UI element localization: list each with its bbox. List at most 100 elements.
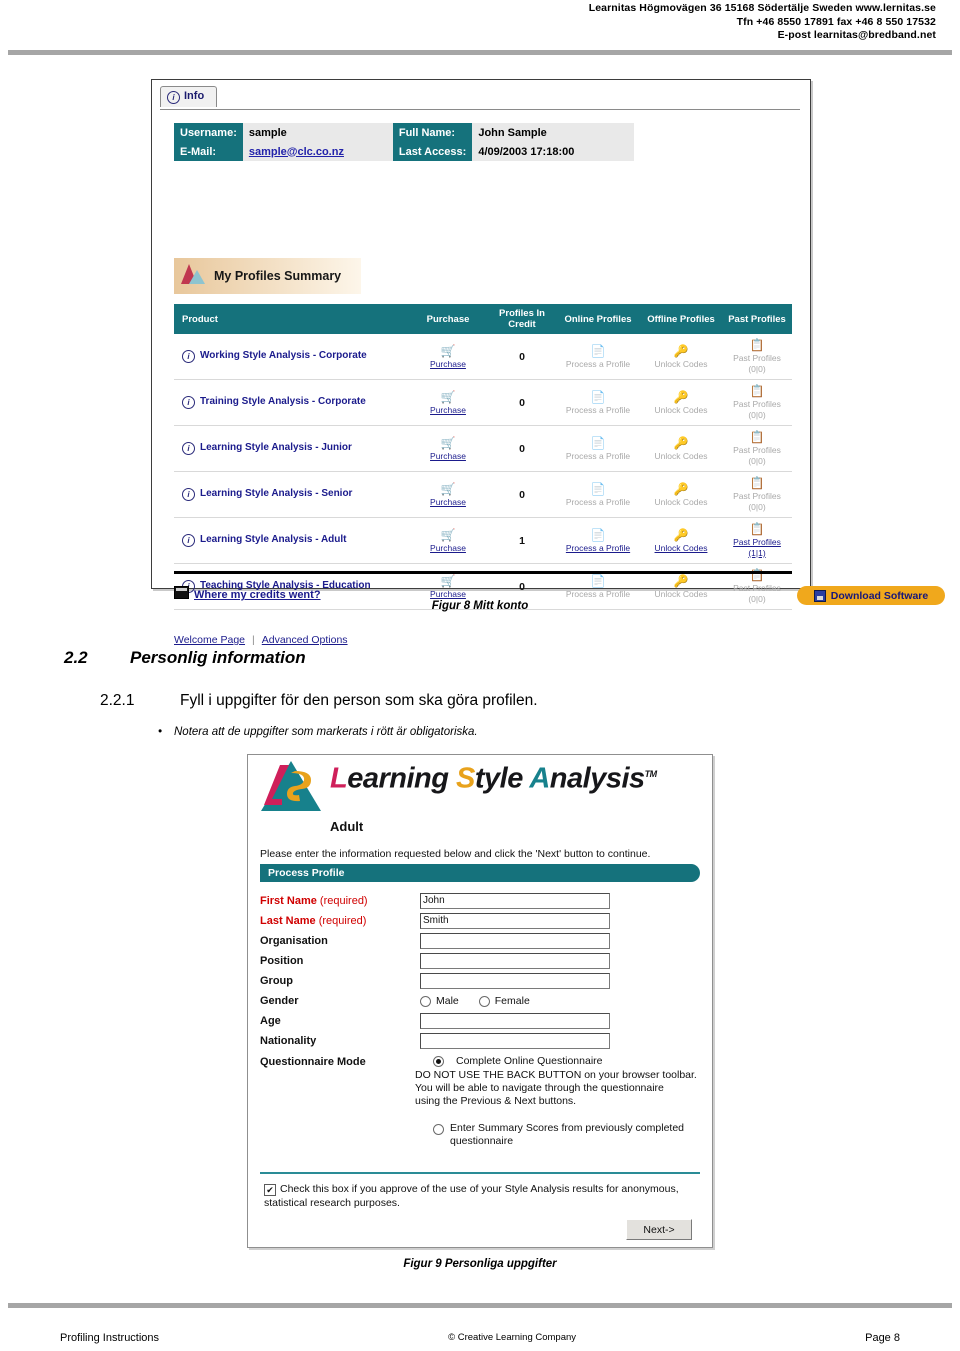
where-credits-went-row: Where my credits went? [174,586,321,601]
past-profiles-count: (1|1) [748,548,766,558]
info-icon[interactable]: i [182,534,195,547]
radio-male[interactable] [420,995,431,1007]
process-a-profile-label: Process a Profile [565,358,631,369]
account-info-table: Username: sample Full Name: John Sample … [174,123,635,161]
qmode-note-line-3: using the Previous & Next buttons. [415,1095,577,1107]
company-address-line1: Learnitas Högmovägen 36 15168 Södertälje… [588,2,936,14]
purchase-cell[interactable]: 🛒 Purchase [408,518,488,564]
field-required-suffix: (required) [315,915,367,927]
field-label-text: Organisation [260,935,328,947]
qmode-option-online-label: Complete Online Questionnaire [456,1055,603,1067]
footer-page-number: Page 8 [865,1332,900,1344]
field-input[interactable] [420,893,610,909]
username-value: sample [242,123,393,142]
key-icon: 🔑 [673,573,689,588]
offline-profiles-cell[interactable]: 🔑 Unlock Codes [640,518,722,564]
section-heading-2-2: 2.2 Personlig information [64,648,306,668]
product-name-label: Learning Style Analysis - Adult [200,534,347,545]
radio-female[interactable] [478,995,490,1007]
product-name-cell: i Learning Style Analysis - Adult [174,518,408,564]
logo-letter-a: A [529,762,550,795]
footer-copyright: © Creative Learning Company [448,1332,577,1343]
gender-row: Gender Male Female [260,991,700,1011]
logo-letter-l: L [330,762,348,795]
purchase-label: Purchase [430,450,466,461]
qmode-note-line-2: You will be able to navigate through the… [415,1082,664,1094]
offline-profiles-cell: 🔑 Unlock Codes [640,472,722,518]
lastaccess-value: 4/09/2003 17:18:00 [472,142,635,161]
lsa-logo: Learning Style AnalysisTM [258,759,657,820]
field-input[interactable] [420,953,610,969]
page-footer: Profiling Instructions © Creative Learni… [60,1332,900,1344]
gender-male-label: Male [436,995,459,1007]
online-profiles-cell: 📄 Process a Profile [556,334,640,380]
profiles-in-credit-cell: 0 [519,442,525,455]
triangle-logo-icon [180,262,206,291]
past-profiles-cell[interactable]: 📋 Past Profiles (1|1) [722,518,792,564]
past-profiles-label: Past Profiles [733,445,781,455]
field-label: Last Name (required) [260,915,420,927]
email-link[interactable]: sample@clc.co.nz [249,146,344,158]
form-instruction-text: Please enter the information requested b… [260,848,651,860]
welcome-page-link[interactable]: Welcome Page [174,634,245,646]
nationality-row: Nationality [260,1031,700,1051]
advanced-options-link[interactable]: Advanced Options [262,634,348,646]
questionnaire-mode-label: Questionnaire Mode [260,1056,366,1068]
purchase-cell[interactable]: 🛒 Purchase [408,334,488,380]
product-name-label: Working Style Analysis - Corporate [200,350,367,361]
next-button[interactable]: Next-> [626,1219,692,1240]
purchase-cell[interactable]: 🛒 Purchase [408,380,488,426]
checkbox-research-consent[interactable]: ✔ [264,1184,276,1196]
nationality-input[interactable] [420,1033,610,1049]
field-label: Group [260,975,420,987]
qmode-option-summary[interactable]: Enter Summary Scores from previously com… [415,1122,700,1148]
bullet-note-text: Notera att de uppgifter som markerats i … [174,726,478,738]
unlock-codes-label: Unlock Codes [654,542,708,553]
gender-female-label: Female [494,995,530,1007]
age-input[interactable] [420,1013,610,1029]
col-purchase: Purchase [408,304,488,334]
offline-profiles-cell: 🔑 Unlock Codes [640,426,722,472]
info-icon[interactable]: i [182,396,195,409]
key-icon: 🔑 [673,435,689,450]
info-icon[interactable]: i [182,350,195,363]
field-input[interactable] [420,973,610,989]
field-label: Position [260,955,420,967]
shopping-cart-icon: 🛒 [440,435,456,450]
purchase-cell[interactable]: 🛒 Purchase [408,472,488,518]
info-icon: i [167,91,180,104]
radio-complete-online[interactable] [433,1056,444,1067]
qmode-option-summary-label: Enter Summary Scores from previously com… [450,1122,684,1147]
research-consent-row[interactable]: ✔ Check this box if you approve of the us… [264,1182,700,1210]
radio-enter-summary-scores[interactable] [433,1124,444,1135]
stacked-pages-icon: 📋 [749,522,765,536]
shopping-cart-icon: 🛒 [440,389,456,404]
past-profiles-cell: 📋 Past Profiles (0|0) [722,334,792,380]
document-icon: 📄 [590,343,606,358]
next-button-label: Next-> [643,1223,675,1236]
past-profiles-label: Past Profiles [733,353,781,363]
company-email-line: E-post learnitas@bredband.net [777,29,936,41]
past-profiles-count: (0|0) [748,456,766,466]
logo-word-tyle: tyle [474,762,523,795]
past-profiles-count: (0|0) [748,364,766,374]
logo-word-earning: earning [347,762,449,795]
trademark-mark: TM [644,769,658,779]
process-a-profile-label: Process a Profile [565,542,631,553]
info-icon[interactable]: i [182,442,195,455]
document-icon: 📄 [590,573,606,588]
qmode-note-line-1: DO NOT USE THE BACK BUTTON on your brows… [415,1069,697,1081]
qmode-option-online[interactable]: Complete Online Questionnaire [415,1055,700,1068]
online-profiles-cell[interactable]: 📄 Process a Profile [556,518,640,564]
purchase-cell[interactable]: 🛒 Purchase [408,426,488,472]
tab-info[interactable]: i Info [160,86,218,107]
field-input[interactable] [420,933,610,949]
field-input[interactable] [420,913,610,929]
info-icon[interactable]: i [182,488,195,501]
past-profiles-label: Past Profiles [733,491,781,501]
calculator-icon [174,586,189,599]
profiles-in-credit-cell: 0 [519,396,525,409]
past-profiles-cell: 📋 Past Profiles (0|0) [722,472,792,518]
products-table-bottom-rule [174,571,792,574]
page-header: Learnitas Högmovägen 36 15168 Södertälje… [0,0,960,52]
